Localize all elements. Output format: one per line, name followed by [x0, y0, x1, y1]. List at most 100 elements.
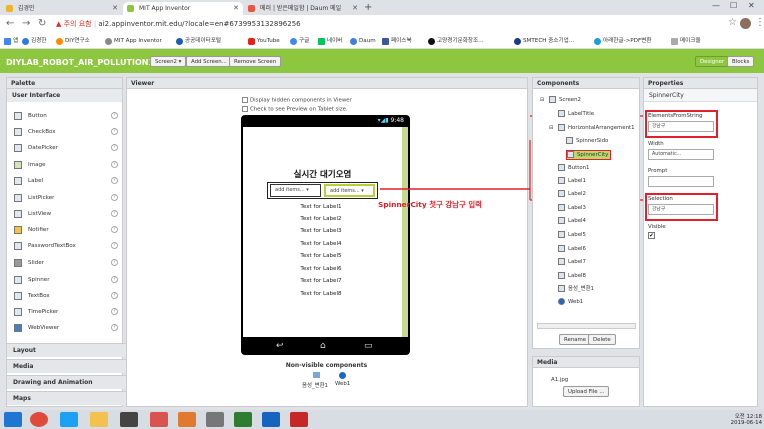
- tree-node[interactable]: SpinnerSido: [566, 137, 608, 145]
- tree-node[interactable]: ⊟ HorizontalArrangement1: [549, 124, 635, 132]
- window-close-icon[interactable]: ✕: [748, 1, 755, 10]
- help-icon[interactable]: ?: [111, 112, 118, 119]
- blocks-button[interactable]: Blocks: [727, 56, 755, 67]
- palette-item-webviewer[interactable]: WebViewer?: [14, 324, 118, 332]
- tree-node[interactable]: Label2: [558, 190, 586, 198]
- app-icon[interactable]: [120, 412, 138, 427]
- palette-category-layout[interactable]: Layout: [7, 343, 130, 357]
- palette-section[interactable]: User Interface: [7, 89, 122, 102]
- app-icon[interactable]: [206, 412, 224, 427]
- collapse-icon[interactable]: ⊟: [540, 96, 544, 104]
- forward-icon[interactable]: →: [22, 18, 30, 30]
- bookmark-star-icon[interactable]: ☆: [728, 17, 737, 29]
- help-icon[interactable]: ?: [111, 144, 118, 151]
- help-icon[interactable]: ?: [111, 226, 118, 233]
- address-bar[interactable]: ▲ 주의 요함 | ai2.appinventor.mit.edu/?local…: [56, 17, 726, 31]
- tablet-preview-option[interactable]: Check to see Preview on Tablet size.: [242, 106, 348, 113]
- collapse-icon[interactable]: ⊟: [549, 124, 553, 132]
- help-icon[interactable]: ?: [111, 292, 118, 299]
- bookmark-item[interactable]: MIT App Inventor: [105, 35, 162, 47]
- browser-tab-3[interactable]: 메러 | 받은메일함 | Daum 메일 ✕: [244, 2, 362, 15]
- bookmark-item[interactable]: 고양경기문화창조...: [428, 35, 484, 47]
- help-icon[interactable]: ?: [111, 128, 118, 135]
- tree-node[interactable]: Label7: [558, 258, 586, 266]
- close-icon[interactable]: ✕: [352, 2, 358, 15]
- app-icon[interactable]: [262, 412, 280, 427]
- upload-file-button[interactable]: Upload File ...: [563, 386, 610, 397]
- delete-button[interactable]: Delete: [588, 334, 616, 345]
- palette-category-maps[interactable]: Maps: [7, 391, 130, 405]
- label-3[interactable]: Text for Label3: [283, 228, 359, 234]
- add-screen-button[interactable]: Add Screen...: [186, 56, 232, 67]
- palette-item-spinner[interactable]: Spinner?: [14, 276, 118, 284]
- bookmark-item[interactable]: 네이버: [318, 35, 342, 47]
- bookmark-item[interactable]: 메이크올: [671, 35, 701, 47]
- tree-node-screen2[interactable]: ⊟ Screen2: [540, 96, 581, 104]
- app-icon[interactable]: [150, 412, 168, 427]
- palette-item-passwordtextbox[interactable]: PasswordTextBox?: [14, 242, 118, 250]
- palette-item-checkbox[interactable]: CheckBox?: [14, 128, 118, 136]
- avatar[interactable]: [740, 18, 751, 29]
- label-5[interactable]: Text for Label5: [283, 253, 359, 259]
- chrome-icon[interactable]: [30, 412, 48, 427]
- bookmark-item[interactable]: DIY연구소: [56, 35, 90, 47]
- tree-node[interactable]: Label6: [558, 245, 586, 253]
- palette-item-datepicker[interactable]: DatePicker?: [14, 144, 118, 152]
- tree-node[interactable]: 음성_변환1: [558, 285, 594, 293]
- help-icon[interactable]: ?: [111, 210, 118, 217]
- tree-node[interactable]: Label5: [558, 231, 586, 239]
- bookmark-item[interactable]: Daum: [350, 35, 376, 47]
- help-icon[interactable]: ?: [111, 259, 118, 266]
- spinner-sido[interactable]: add items... ▾: [270, 184, 321, 197]
- ie-icon[interactable]: [60, 412, 78, 427]
- app-icon[interactable]: [178, 412, 196, 427]
- reload-icon[interactable]: ↻: [38, 18, 46, 30]
- maximize-icon[interactable]: ☐: [730, 1, 737, 10]
- browser-tab-1[interactable]: 김경민 ✕: [2, 2, 122, 15]
- bookmark-item[interactable]: 앱: [4, 35, 18, 47]
- media-file[interactable]: A1.jpg: [551, 377, 568, 383]
- bookmark-item[interactable]: SMTECH 중소기업...: [514, 35, 574, 47]
- screen-select-button[interactable]: Screen2 ▾: [150, 56, 187, 67]
- rename-button[interactable]: Rename: [559, 334, 592, 345]
- bookmark-item[interactable]: YouTube: [248, 35, 280, 47]
- help-icon[interactable]: ?: [111, 161, 118, 168]
- tree-node[interactable]: Label4: [558, 217, 586, 225]
- palette-item-listpicker[interactable]: ListPicker?: [14, 194, 118, 202]
- label-7[interactable]: Text for Label7: [283, 278, 359, 284]
- checkbox[interactable]: [242, 106, 248, 112]
- palette-item-notifier[interactable]: Notifier?: [14, 226, 118, 234]
- new-tab-button[interactable]: +: [364, 2, 372, 13]
- tree-node[interactable]: Label1: [558, 177, 586, 185]
- elements-from-string-input[interactable]: 강남구: [648, 121, 714, 132]
- palette-category-media[interactable]: Media: [7, 359, 130, 373]
- bookmark-item[interactable]: 아래한글->PDF변환: [594, 35, 651, 47]
- selection-input[interactable]: 강남구: [648, 204, 714, 215]
- label-8[interactable]: Text for Label8: [283, 291, 359, 297]
- app-icon[interactable]: [290, 412, 308, 427]
- designer-button[interactable]: Designer: [695, 56, 730, 67]
- help-icon[interactable]: ?: [111, 324, 118, 331]
- nonvisible-item[interactable]: 음성_변환1: [302, 381, 328, 389]
- palette-item-listview[interactable]: ListView?: [14, 210, 118, 218]
- back-icon[interactable]: ←: [6, 18, 14, 30]
- tree-node[interactable]: Web1: [558, 298, 583, 306]
- visible-checkbox[interactable]: ✔: [648, 232, 655, 239]
- palette-item-timepicker[interactable]: TimePicker?: [14, 308, 118, 316]
- label-6[interactable]: Text for Label6: [283, 266, 359, 272]
- bookmark-item[interactable]: 페이스북: [382, 35, 412, 47]
- label-4[interactable]: Text for Label4: [283, 241, 359, 247]
- palette-category-drawing[interactable]: Drawing and Animation: [7, 375, 130, 389]
- bookmark-item[interactable]: 공공데이터포털: [176, 35, 221, 47]
- spinner-city[interactable]: add items... ▾: [324, 184, 375, 197]
- bookmark-item[interactable]: 김경한: [22, 35, 46, 47]
- explorer-icon[interactable]: [90, 412, 108, 427]
- tree-node-selected[interactable]: SpinnerCity: [566, 150, 612, 160]
- help-icon[interactable]: ?: [111, 308, 118, 315]
- close-icon[interactable]: ✕: [112, 2, 118, 15]
- remove-screen-button[interactable]: Remove Screen: [229, 56, 282, 67]
- help-icon[interactable]: ?: [111, 276, 118, 283]
- hidden-components-option[interactable]: Display hidden components in Viewer: [242, 97, 352, 104]
- help-icon[interactable]: ?: [111, 177, 118, 184]
- prompt-input[interactable]: [648, 176, 714, 187]
